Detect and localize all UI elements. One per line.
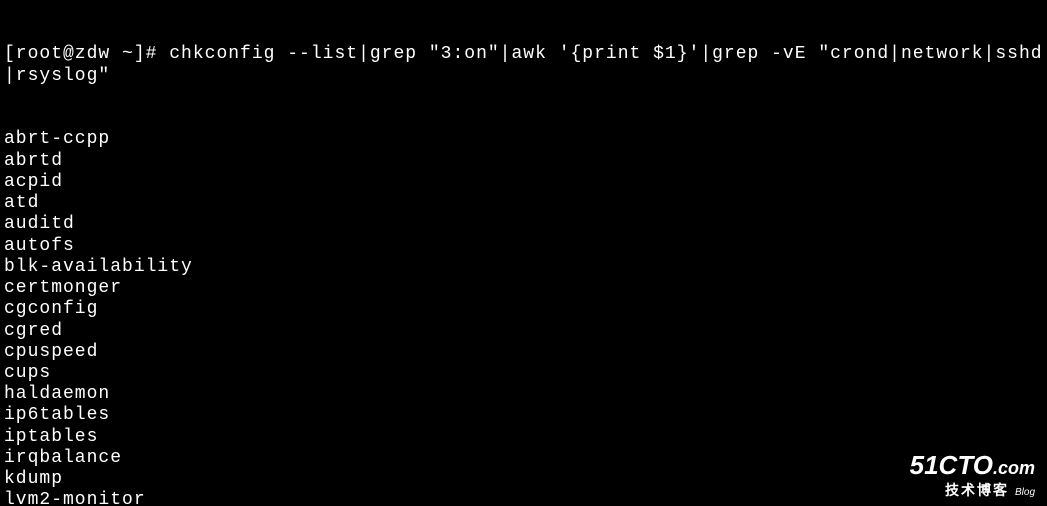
service-line: cpuspeed	[4, 342, 1043, 363]
watermark-tagline-row: 技术博客 Blog	[910, 479, 1035, 500]
service-line: atd	[4, 193, 1043, 214]
service-line: auditd	[4, 214, 1043, 235]
watermark: 51CTO.com 技术博客 Blog	[910, 452, 1035, 500]
service-line: blk-availability	[4, 257, 1043, 278]
service-line: ip6tables	[4, 405, 1043, 426]
service-line: kdump	[4, 469, 1043, 490]
watermark-blog: Blog	[1015, 487, 1035, 498]
service-line: cgred	[4, 321, 1043, 342]
service-line: cgconfig	[4, 299, 1043, 320]
service-line: certmonger	[4, 278, 1043, 299]
terminal-output[interactable]: [root@zdw ~]# chkconfig --list|grep "3:o…	[0, 0, 1047, 506]
service-line: iptables	[4, 427, 1043, 448]
shell-prompt: [root@zdw ~]#	[4, 44, 169, 64]
watermark-brand: 51CTO.com	[910, 452, 1035, 479]
service-line: autofs	[4, 236, 1043, 257]
watermark-brand-main: 51CTO	[910, 450, 993, 480]
service-line: irqbalance	[4, 448, 1043, 469]
watermark-brand-suffix: .com	[993, 458, 1035, 478]
service-line: abrt-ccpp	[4, 129, 1043, 150]
service-line: cups	[4, 363, 1043, 384]
prompt-line: [root@zdw ~]# chkconfig --list|grep "3:o…	[4, 44, 1043, 86]
service-line: haldaemon	[4, 384, 1043, 405]
service-line: acpid	[4, 172, 1043, 193]
service-line: abrtd	[4, 151, 1043, 172]
watermark-tagline: 技术博客	[945, 482, 1009, 498]
service-line: lvm2-monitor	[4, 490, 1043, 506]
